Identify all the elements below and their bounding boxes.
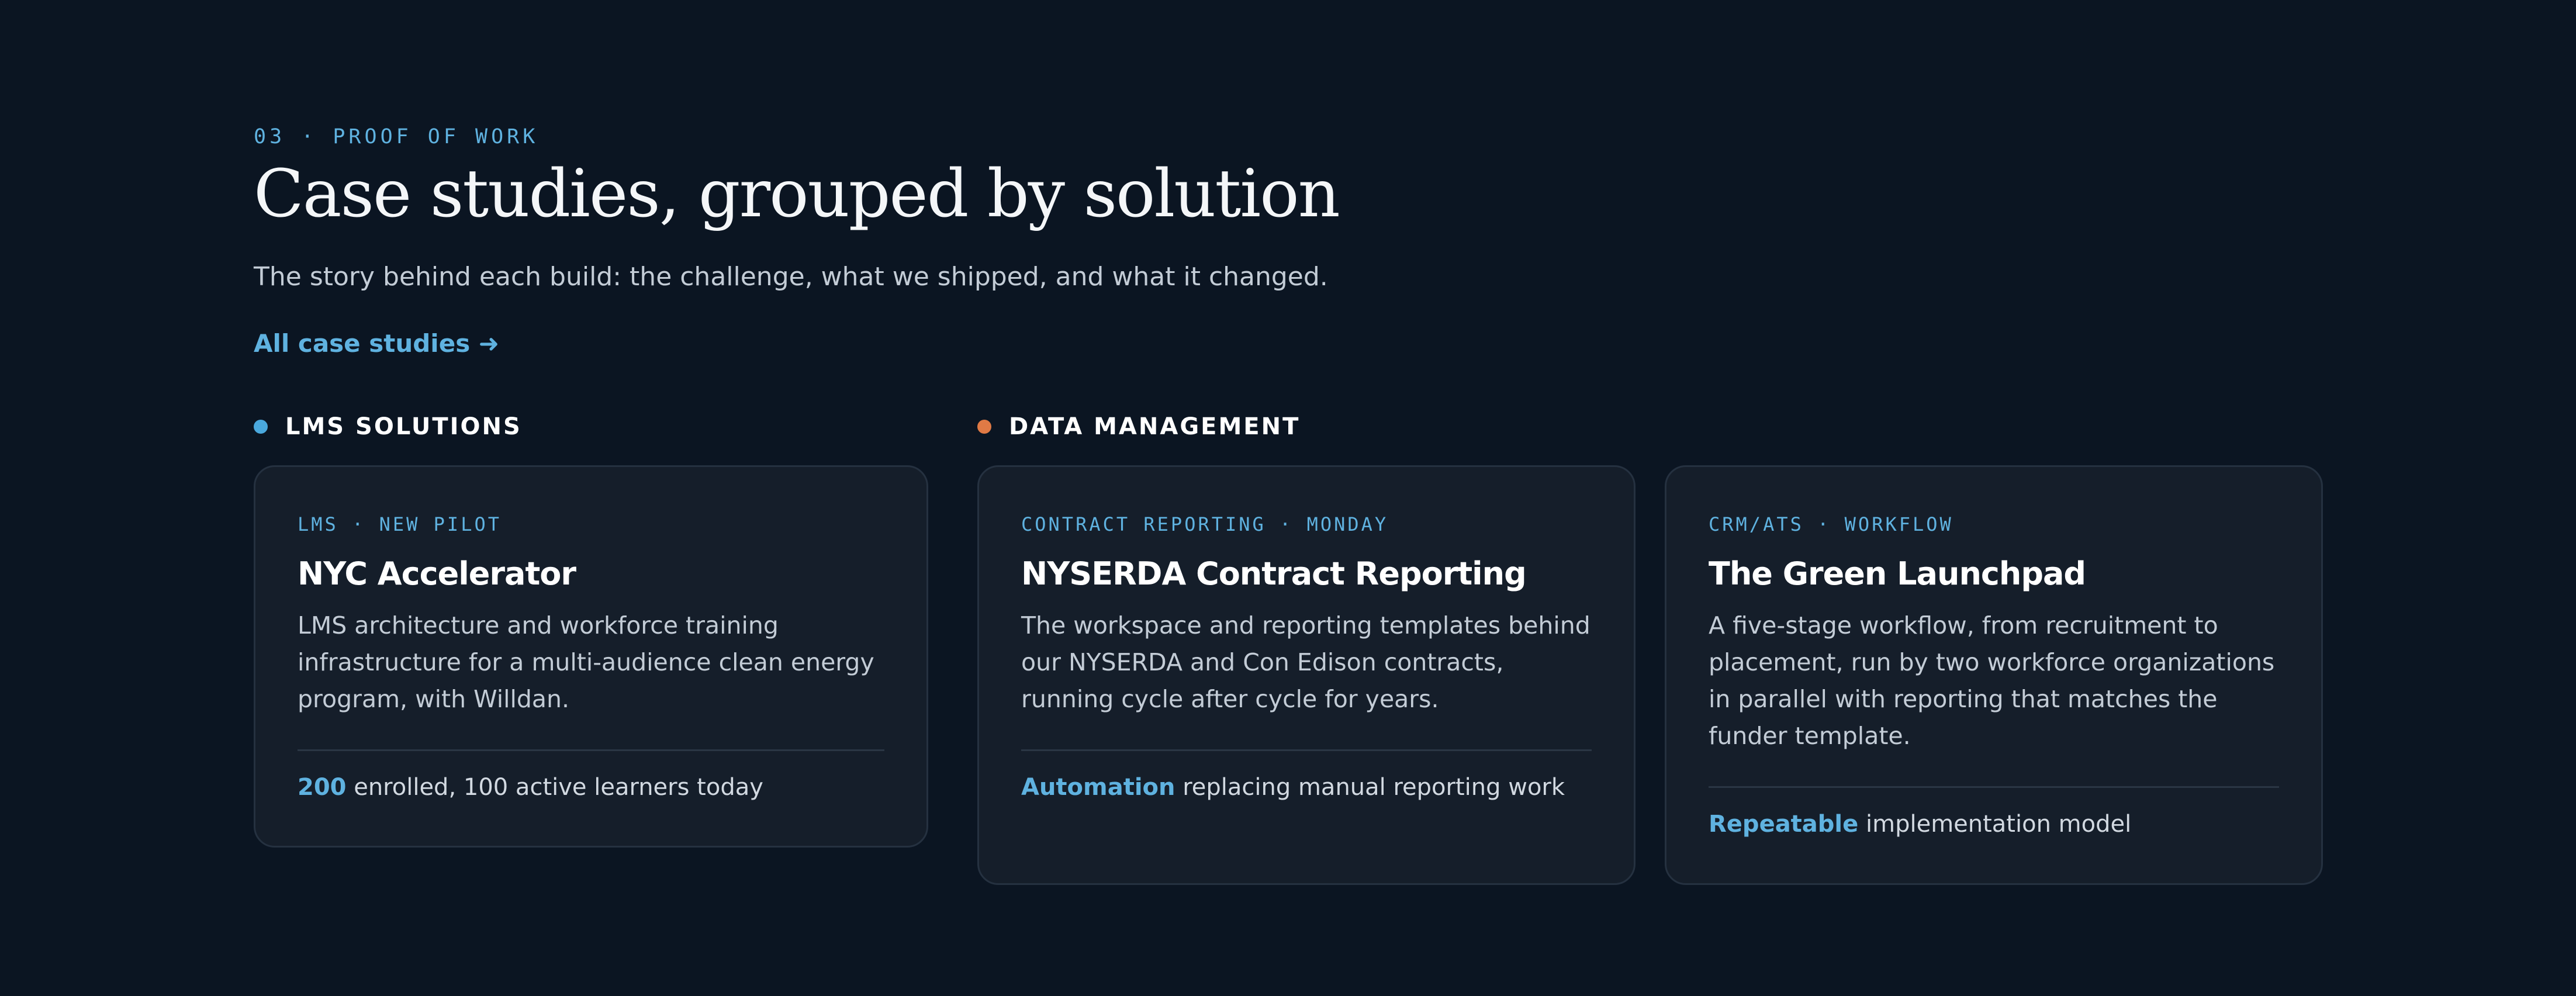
card-divider	[298, 749, 884, 751]
card-kicker: CONTRACT REPORTING · MONDAY	[1021, 513, 1389, 535]
section-eyebrow: 03 · PROOF OF WORK	[254, 125, 539, 148]
metric-highlight: 200	[298, 774, 347, 801]
group-label: LMS SOLUTIONS	[285, 413, 522, 440]
card-metric: 200 enrolled, 100 active learners today	[298, 770, 884, 805]
case-studies-section: 03 · PROOF OF WORK Case studies, grouped…	[254, 120, 2323, 935]
group-header-data-management: DATA MANAGEMENT	[977, 409, 1300, 444]
card-divider	[1709, 786, 2279, 788]
solution-groups: LMS SOLUTIONS DATA MANAGEMENT LMS · NEW …	[254, 409, 2323, 935]
card-title: NYSERDA Contract Reporting	[1021, 555, 1527, 592]
case-study-card-green-launchpad[interactable]: CRM/ATS · WORKFLOW The Green Launchpad A…	[1665, 465, 2323, 885]
card-metric: Automation replacing manual reporting wo…	[1021, 770, 1592, 805]
card-description: LMS architecture and workforce training …	[298, 611, 874, 713]
card-metric: Repeatable implementation model	[1709, 807, 2279, 842]
metric-text: enrolled, 100 active learners today	[346, 774, 763, 801]
card-title: The Green Launchpad	[1709, 555, 2086, 592]
card-title: NYC Accelerator	[298, 555, 576, 592]
case-study-card-nyserda[interactable]: CONTRACT REPORTING · MONDAY NYSERDA Cont…	[977, 465, 1635, 885]
card-divider	[1021, 749, 1592, 751]
card-kicker: LMS · NEW PILOT	[298, 513, 502, 535]
card-description: A five-stage workflow, from recruitment …	[1709, 611, 2275, 750]
metric-text: replacing manual reporting work	[1175, 774, 1565, 801]
group-dot-icon	[977, 420, 991, 434]
group-label: DATA MANAGEMENT	[1009, 413, 1301, 440]
card-description: The workspace and reporting templates be…	[1021, 611, 1590, 713]
case-study-card-nyc-accelerator[interactable]: LMS · NEW PILOT NYC Accelerator LMS arch…	[254, 465, 928, 848]
section-title: Case studies, grouped by solution	[254, 156, 1340, 232]
section-subtitle: The story behind each build: the challen…	[254, 262, 1328, 292]
metric-highlight: Automation	[1021, 774, 1175, 801]
metric-text: implementation model	[1858, 811, 2132, 838]
card-kicker: CRM/ATS · WORKFLOW	[1709, 513, 1953, 535]
group-header-lms: LMS SOLUTIONS	[254, 409, 522, 444]
group-dot-icon	[254, 420, 268, 434]
metric-highlight: Repeatable	[1709, 811, 1859, 838]
all-case-studies-link[interactable]: All case studies ➜	[254, 327, 499, 360]
